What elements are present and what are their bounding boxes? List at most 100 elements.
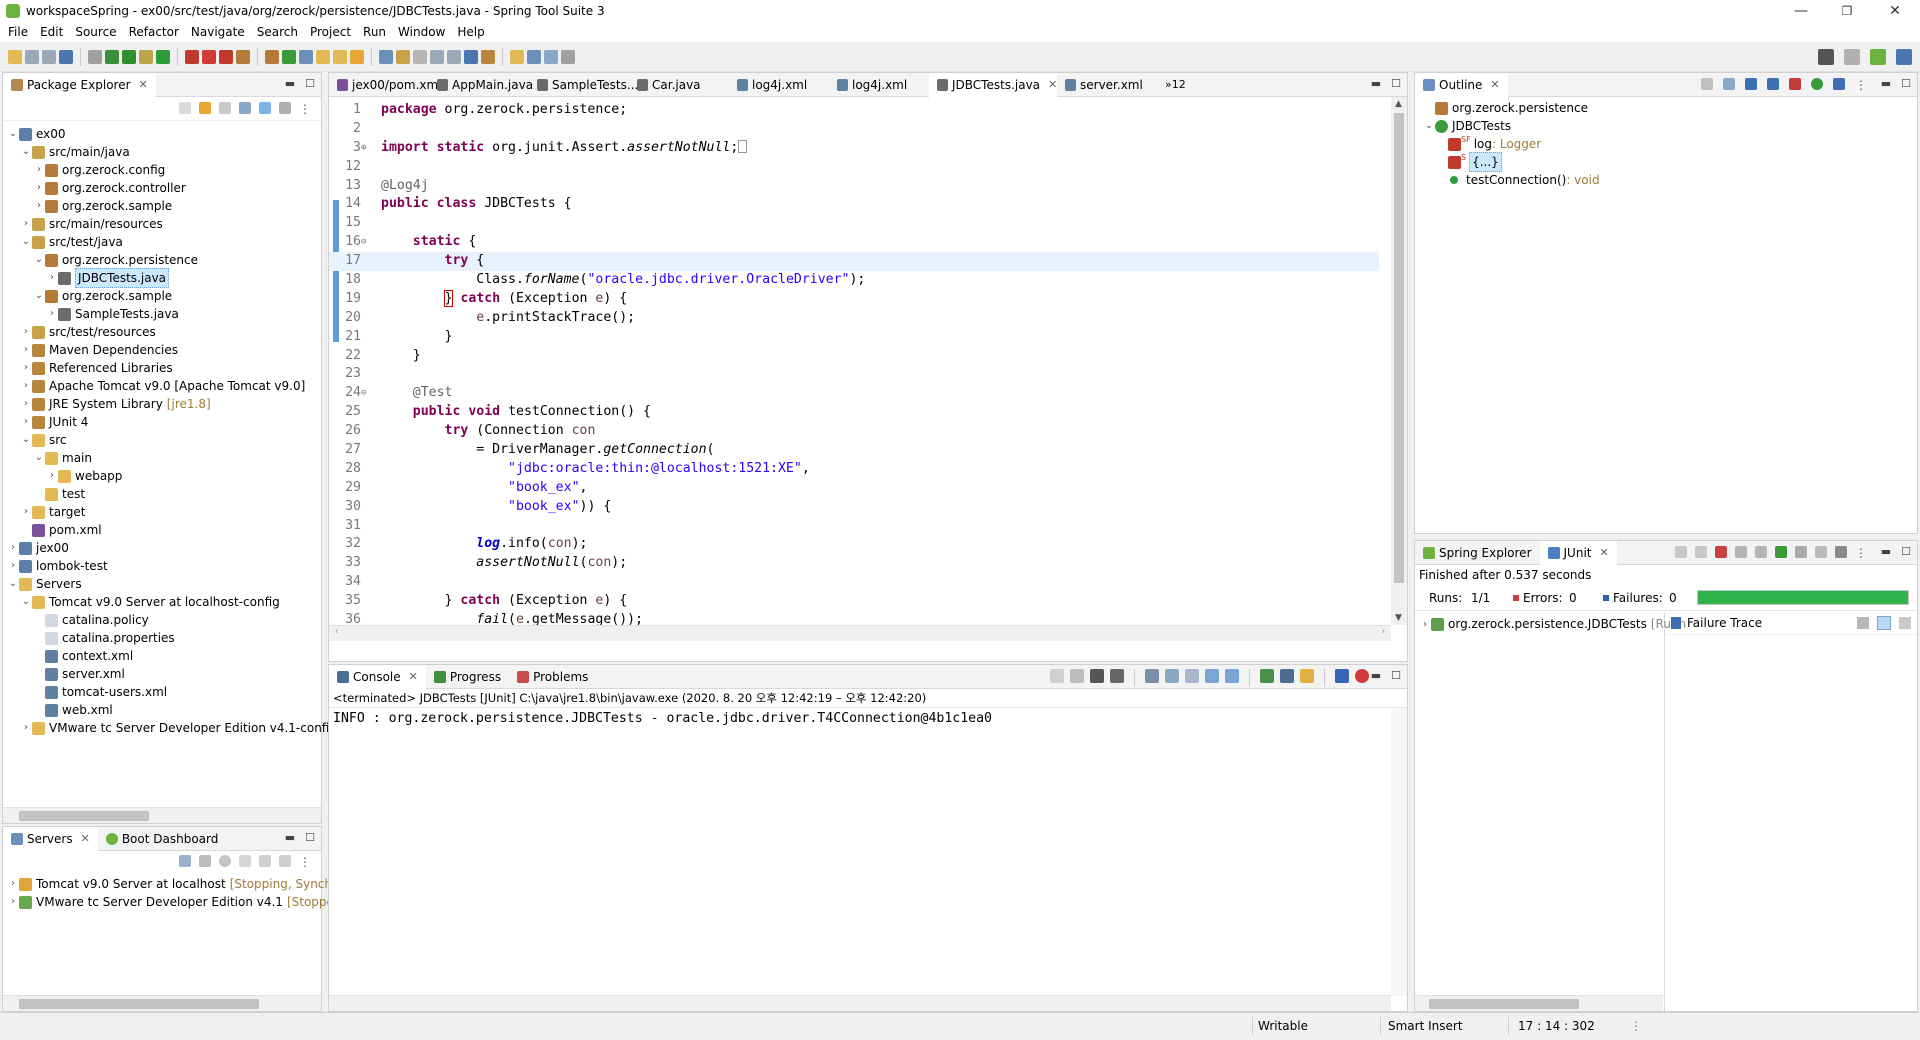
package-tree-item[interactable]: › src/main/resources — [7, 215, 321, 233]
fold-toggle-icon[interactable]: ⊖ — [361, 233, 373, 252]
console-settings-icon[interactable] — [1335, 669, 1349, 683]
profile-server-icon[interactable] — [239, 855, 251, 867]
editor-tab-log4j-xml[interactable]: log4j.xml — [729, 73, 829, 97]
close-icon[interactable]: ✕ — [81, 832, 90, 845]
fold-toggle-icon[interactable]: ⊖ — [361, 384, 373, 403]
package-tree-item[interactable]: context.xml — [7, 647, 321, 665]
stop-icon[interactable] — [1815, 546, 1827, 558]
package-explorer-hscroll[interactable] — [3, 807, 321, 823]
junit-hscroll[interactable] — [1415, 995, 1663, 1011]
spring-icon[interactable] — [105, 49, 119, 64]
minimize-icon[interactable]: ▬ — [1881, 77, 1891, 90]
show-stdout-icon[interactable] — [1205, 669, 1219, 683]
remove-launch-icon[interactable] — [1050, 669, 1064, 683]
package-tree-item[interactable]: ⌄ src — [7, 431, 321, 449]
package-tree-item[interactable]: › src/test/resources — [7, 323, 321, 341]
next-annotation-icon[interactable] — [379, 49, 393, 64]
package-tree-item[interactable]: catalina.policy — [7, 611, 321, 629]
package-tree-item[interactable]: › target — [7, 503, 321, 521]
outline-item[interactable]: testConnection() : void — [1423, 171, 1917, 189]
link-with-editor-icon[interactable] — [259, 102, 271, 114]
package-tree-item[interactable]: ⌄ src/main/java — [7, 143, 321, 161]
collapse-arrow-icon[interactable]: ⌄ — [7, 125, 19, 143]
annotation-icon[interactable] — [350, 49, 364, 64]
expand-arrow-icon[interactable]: › — [33, 197, 45, 215]
open-type-icon[interactable] — [299, 49, 313, 64]
open-task-icon[interactable] — [316, 49, 330, 64]
up-icon[interactable] — [219, 102, 231, 114]
more-icon[interactable] — [561, 49, 575, 64]
collapse-arrow-icon[interactable]: ⌄ — [33, 449, 45, 467]
pin-icon[interactable] — [464, 49, 478, 64]
rerun-failed-icon[interactable] — [1795, 546, 1807, 558]
expand-arrow-icon[interactable]: › — [7, 893, 19, 911]
menu-help[interactable]: Help — [453, 25, 492, 39]
package-tree-item[interactable]: server.xml — [7, 665, 321, 683]
menu-file[interactable]: File — [4, 25, 36, 39]
scroll-lock-icon[interactable] — [1165, 669, 1179, 683]
menu-window[interactable]: Window — [394, 25, 453, 39]
close-icon[interactable]: ✕ — [139, 78, 148, 91]
package-tree-item[interactable]: test — [7, 485, 321, 503]
maximize-icon[interactable]: ☐ — [1391, 77, 1401, 90]
minimize-icon[interactable]: ▬ — [1371, 77, 1381, 90]
new-class-icon[interactable] — [265, 49, 279, 64]
hide-static-icon[interactable] — [1767, 78, 1779, 90]
package-tree-item[interactable]: › JDBCTests.java — [7, 268, 321, 288]
view-menu-icon[interactable]: ⋮ — [299, 102, 311, 116]
layout-icon[interactable] — [1755, 546, 1767, 558]
back-icon[interactable] — [179, 102, 191, 114]
tab-package-explorer[interactable]: Package Explorer ✕ — [3, 72, 156, 97]
maximize-icon[interactable]: ☐ — [305, 831, 315, 844]
debug-server-icon[interactable] — [199, 855, 211, 867]
filter-trace-icon[interactable] — [1877, 616, 1891, 630]
tab-problems[interactable]: Problems — [509, 665, 596, 689]
package-tree-item[interactable]: catalina.properties — [7, 629, 321, 647]
menu-refactor[interactable]: Refactor — [125, 25, 187, 39]
expand-arrow-icon[interactable]: › — [1419, 619, 1431, 630]
save-icon[interactable] — [25, 49, 39, 64]
expand-arrow-icon[interactable]: › — [7, 875, 19, 893]
expand-arrow-icon[interactable]: › — [20, 377, 32, 395]
package-tree-item[interactable]: › Maven Dependencies — [7, 341, 321, 359]
outline-item[interactable]: org.zerock.persistence — [1423, 99, 1917, 117]
menu-edit[interactable]: Edit — [36, 25, 71, 39]
editor-tab-jdbctests-java[interactable]: JDBCTests.java ✕ — [929, 72, 1057, 97]
package-tree-item[interactable]: pom.xml — [7, 521, 321, 539]
rerun-icon[interactable] — [1775, 546, 1787, 558]
package-tree-item[interactable]: › lombok-test — [7, 557, 321, 575]
menu-search[interactable]: Search — [253, 25, 306, 39]
menu-source[interactable]: Source — [71, 25, 124, 39]
spring-perspective-icon[interactable] — [1870, 49, 1886, 65]
maximize-icon[interactable]: ☐ — [305, 77, 315, 90]
maximize-button[interactable]: ❐ — [1824, 0, 1870, 22]
collapse-arrow-icon[interactable]: ⌄ — [33, 287, 45, 305]
expand-arrow-icon[interactable]: › — [20, 341, 32, 359]
server-item[interactable]: › Tomcat v9.0 Server at localhost [Stoppin… — [7, 875, 344, 893]
package-tree-item[interactable]: › org.zerock.sample — [7, 197, 321, 215]
expand-arrow-icon[interactable]: › — [20, 215, 32, 233]
sort-icon[interactable] — [1701, 78, 1713, 90]
search-icon[interactable] — [333, 49, 347, 64]
package-tree-item[interactable]: › org.zerock.config — [7, 161, 321, 179]
minimize-button[interactable]: — — [1778, 0, 1824, 22]
package-tree-item[interactable]: ⌄ org.zerock.sample — [7, 287, 321, 305]
expand-arrow-icon[interactable]: › — [46, 305, 58, 323]
expand-arrow-icon[interactable]: › — [20, 395, 32, 413]
package-tree-item[interactable]: › Apache Tomcat v9.0 [Apache Tomcat v9.0] — [7, 377, 321, 395]
servers-hscroll[interactable] — [3, 995, 321, 1011]
expand-arrow-icon[interactable]: › — [46, 269, 58, 287]
tab-progress[interactable]: Progress — [426, 665, 509, 689]
collapse-icon[interactable] — [179, 855, 191, 867]
view-menu-icon[interactable]: ⋮ — [299, 855, 311, 869]
collapse-arrow-icon[interactable]: ⌄ — [20, 233, 32, 251]
close-icon[interactable]: ✕ — [1048, 78, 1057, 91]
maximize-icon[interactable]: ☐ — [1901, 77, 1911, 90]
pin-console-icon[interactable] — [1260, 669, 1274, 683]
java-perspective-icon[interactable] — [1896, 49, 1912, 65]
search-icon[interactable] — [1818, 49, 1834, 65]
save-all-icon[interactable] — [42, 49, 56, 64]
tab-outline[interactable]: Outline ✕ — [1415, 72, 1508, 97]
maximize-icon[interactable]: ☐ — [1901, 545, 1911, 558]
editor-tab-appmain-java[interactable]: AppMain.java — [429, 73, 533, 97]
